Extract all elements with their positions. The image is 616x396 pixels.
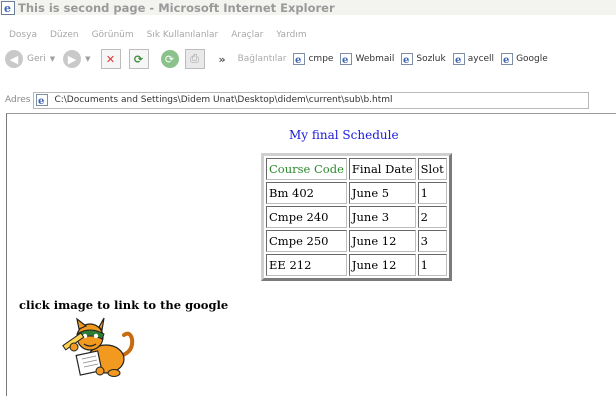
page-heading: My final Schedule <box>289 128 399 142</box>
stop-icon: ✕ <box>100 49 121 69</box>
back-label: Geri <box>27 54 46 64</box>
print-button[interactable]: ⎙ <box>184 49 205 69</box>
link-label: aycell <box>467 54 495 64</box>
history-button[interactable]: ⟳ <box>160 50 179 68</box>
link-label: cmpe <box>308 54 334 64</box>
header-slot: Slot <box>417 158 447 180</box>
title-bar: e This is second page - Microsoft Intern… <box>0 0 616 15</box>
link-google[interactable]: e Google <box>501 53 548 65</box>
refresh-button[interactable]: ⟳ <box>128 49 149 69</box>
back-arrow-icon: ◀ <box>5 50 23 68</box>
toolbar: ◀ Geri ▼ ▶ ▼ ✕ ⟳ ⟳ ⎙ » Bağlantılar e cmp… <box>0 46 616 72</box>
ie-page-icon: e <box>340 53 353 65</box>
cell-date: June 12 <box>348 254 416 276</box>
toolbar-overflow-icon[interactable]: » <box>219 53 226 66</box>
ie-page-icon: e <box>452 53 465 65</box>
menu-file[interactable]: Dosya <box>9 30 37 40</box>
svg-text:e: e <box>342 55 348 65</box>
table-row: Cmpe 240 June 3 2 <box>266 206 447 228</box>
table-row: Cmpe 250 June 12 3 <box>266 230 447 252</box>
menu-bar: Dosya Düzen Görünüm Sık Kullanılanlar Ar… <box>0 27 616 43</box>
link-aycell[interactable]: e aycell <box>452 53 495 65</box>
window-title: This is second page - Microsoft Internet… <box>18 0 335 15</box>
header-final-date: Final Date <box>348 158 416 180</box>
google-link-image[interactable] <box>44 317 156 380</box>
cell-course: Cmpe 240 <box>266 206 347 228</box>
cell-slot: 3 <box>417 230 447 252</box>
menu-view[interactable]: Görünüm <box>92 30 134 40</box>
schedule-table: Course Code Final Date Slot Bm 402 June … <box>261 153 452 281</box>
links-bar: Bağlantılar e cmpe e Webmail e Sozluk e … <box>238 53 548 65</box>
stop-button[interactable]: ✕ <box>100 49 121 69</box>
cell-course: EE 212 <box>266 254 347 276</box>
dropdown-icon[interactable]: ▼ <box>50 55 55 63</box>
cell-date: June 3 <box>348 206 416 228</box>
svg-text:e: e <box>295 55 301 65</box>
table-row: Bm 402 June 5 1 <box>266 182 447 204</box>
history-icon: ⟳ <box>160 50 179 68</box>
ie-logo-icon: e <box>1 0 15 15</box>
table-row: EE 212 June 12 1 <box>266 254 447 276</box>
dropdown-icon[interactable]: ▼ <box>85 55 90 63</box>
svg-text:e: e <box>4 2 11 15</box>
cell-date: June 5 <box>348 182 416 204</box>
forward-arrow-icon: ▶ <box>63 50 82 68</box>
link-label: Sozluk <box>416 54 446 64</box>
link-label: Google <box>516 54 548 64</box>
svg-text:e: e <box>403 55 409 65</box>
ie-page-icon: e <box>293 53 306 65</box>
cell-date: June 12 <box>348 230 416 252</box>
cell-course: Bm 402 <box>266 182 347 204</box>
header-course-code: Course Code <box>266 158 347 180</box>
address-value: C:\Documents and Settings\Didem Unat\Des… <box>54 95 393 105</box>
cell-slot: 1 <box>417 254 447 276</box>
ie-page-icon: e <box>401 53 414 65</box>
link-webmail[interactable]: e Webmail <box>340 53 394 65</box>
svg-text:e: e <box>455 55 461 65</box>
address-bar: Adres e C:\Documents and Settings\Didem … <box>0 91 616 109</box>
refresh-icon: ⟳ <box>128 49 149 69</box>
link-sozluk[interactable]: e Sozluk <box>401 53 446 65</box>
cell-slot: 2 <box>417 206 447 228</box>
link-cmpe[interactable]: e cmpe <box>293 53 333 65</box>
address-label: Adres <box>5 95 31 105</box>
cell-course: Cmpe 250 <box>266 230 347 252</box>
printer-icon: ⎙ <box>184 49 205 69</box>
menu-tools[interactable]: Araçlar <box>231 30 263 40</box>
back-button[interactable]: ◀ Geri ▼ <box>5 50 55 68</box>
ie-page-icon: e <box>501 53 514 65</box>
cell-slot: 1 <box>417 182 447 204</box>
menu-edit[interactable]: Düzen <box>50 30 79 40</box>
menu-help[interactable]: Yardım <box>276 30 306 40</box>
links-label: Bağlantılar <box>237 54 287 64</box>
link-label: Webmail <box>355 54 395 64</box>
svg-text:e: e <box>503 55 509 65</box>
ie-page-icon: e <box>36 94 49 106</box>
forward-button[interactable]: ▶ ▼ <box>63 50 91 68</box>
address-input[interactable]: e C:\Documents and Settings\Didem Unat\D… <box>33 91 590 109</box>
svg-text:e: e <box>38 96 44 106</box>
table-header-row: Course Code Final Date Slot <box>266 158 447 180</box>
menu-favorites[interactable]: Sık Kullanılanlar <box>147 30 219 40</box>
link-caption: click image to link to the google <box>19 298 229 312</box>
